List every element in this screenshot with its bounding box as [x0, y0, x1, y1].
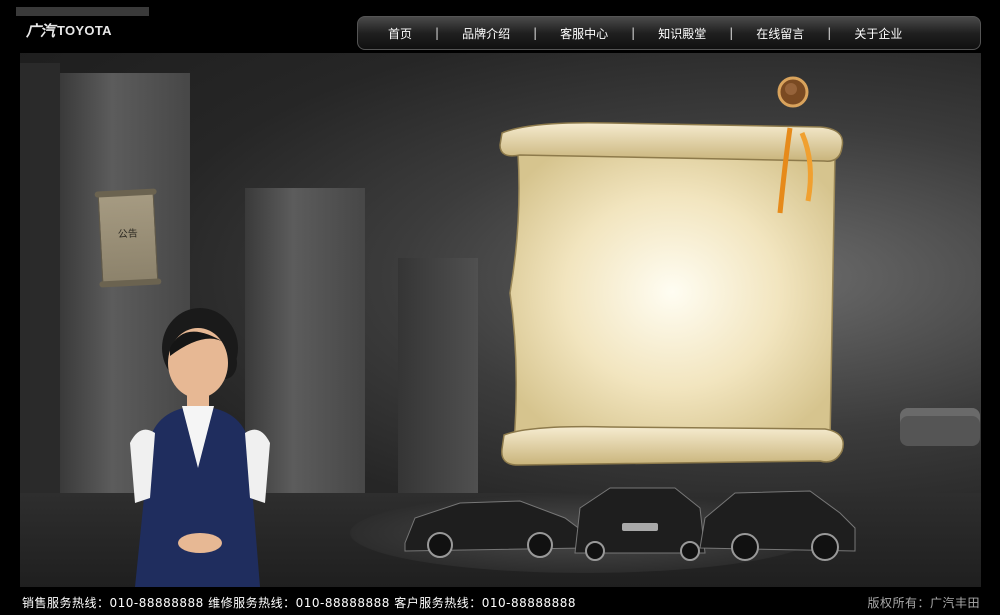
wax-seal-icon [777, 76, 809, 108]
gac-toyota-logo[interactable]: 广汽 TOYOTA [26, 20, 112, 41]
sofa [900, 408, 980, 446]
nav-online-message[interactable]: 在线留言 [756, 25, 804, 42]
nav-separator: | [435, 26, 440, 40]
footer: 销售服务热线：010-88888888 维修服务热线：010-88888888 … [0, 587, 1000, 615]
nav-separator: | [533, 26, 538, 40]
logo-mark: 广汽 [26, 22, 55, 40]
nav-service-center[interactable]: 客服中心 [560, 25, 608, 42]
pillar [20, 63, 60, 523]
copyright: 版权所有：广汽丰田 [867, 596, 980, 610]
car-lineup-illustration [404, 487, 856, 561]
header: 广汽 TOYOTA 首页 | 品牌介绍 | 客服中心 | 知识殿堂 | 在线留言… [0, 0, 1000, 52]
nav-separator: | [827, 26, 832, 40]
nav-brand-intro[interactable]: 品牌介绍 [462, 25, 510, 42]
nav-home[interactable]: 首页 [388, 25, 412, 42]
notice-board: 公告 [97, 191, 159, 285]
receptionist-illustration [130, 308, 270, 587]
nav-about-company[interactable]: 关于企业 [854, 25, 902, 42]
nav-knowledge-hall[interactable]: 知识殿堂 [658, 25, 706, 42]
nav-separator: | [729, 26, 734, 40]
logo-strip [16, 7, 149, 16]
showroom-scene: 公告 [20, 53, 981, 587]
main-nav: 首页 | 品牌介绍 | 客服中心 | 知识殿堂 | 在线留言 | 关于企业 [357, 16, 981, 50]
service-hotlines: 销售服务热线：010-88888888 维修服务热线：010-88888888 … [22, 596, 577, 610]
nav-separator: | [631, 26, 636, 40]
logo-brand: TOYOTA [57, 23, 112, 38]
parchment-scroll [499, 121, 844, 466]
